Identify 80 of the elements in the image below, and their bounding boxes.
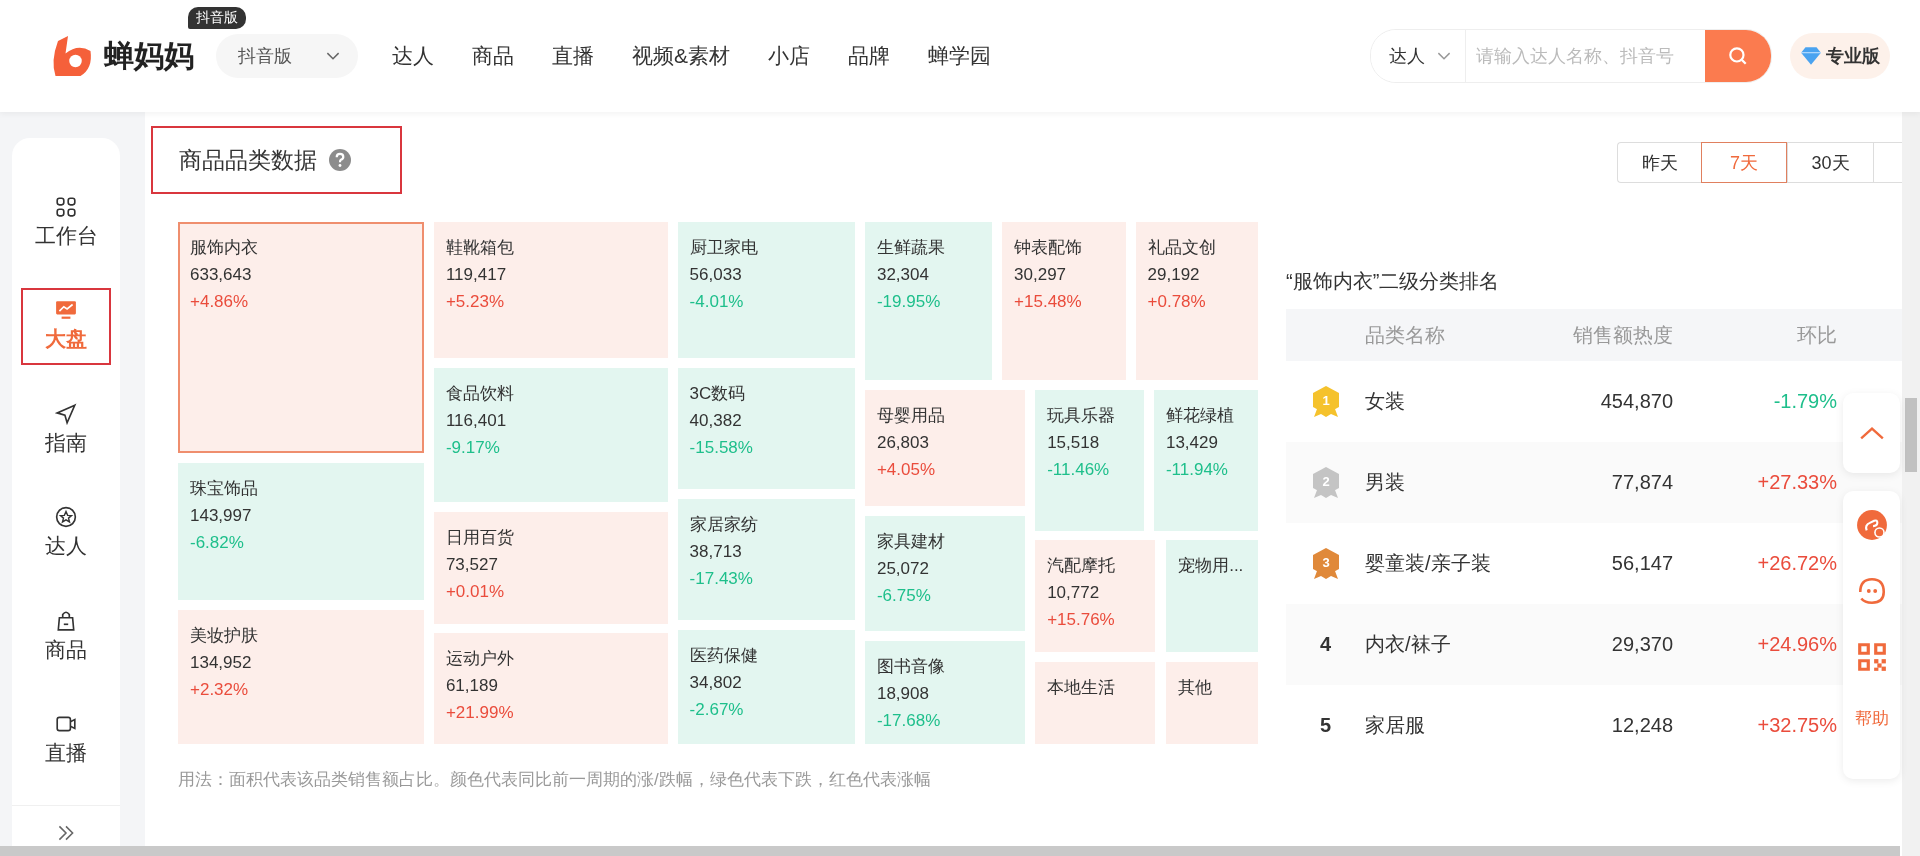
chevron-down-icon <box>326 51 340 61</box>
treemap-tile[interactable]: 美妆护肤 134,952 +2.32% <box>178 610 425 744</box>
period-tab[interactable]: 30天 <box>1787 142 1873 183</box>
treemap-tile[interactable]: 3C数码 40,382 -15.58% <box>677 367 856 489</box>
monitor-icon <box>55 299 77 322</box>
treemap-tile[interactable]: 礼品文创 29,192 +0.78% <box>1135 222 1258 380</box>
scrollbar-thumb[interactable] <box>1905 398 1917 472</box>
treemap-tile[interactable]: 本地生活 <box>1035 661 1156 744</box>
nav-link[interactable]: 品牌 <box>848 42 890 70</box>
treemap-tile[interactable]: 鞋靴箱包 119,417 +5.23% <box>433 222 668 358</box>
treemap-tile[interactable]: 家具建材 25,072 -6.75% <box>864 515 1026 631</box>
table-cell-text: 婴童装/亲子装 <box>1365 551 1492 576</box>
treemap-tile[interactable]: 玩具乐器 15,518 -11.46% <box>1035 389 1145 531</box>
table-cell-text: 女装 <box>1365 389 1406 414</box>
horizontal-scrollbar[interactable] <box>0 846 1900 856</box>
table-cell-text: +24.96% <box>1756 633 1837 656</box>
help-icon[interactable] <box>329 149 351 171</box>
sidebar-item[interactable]: 达人 <box>21 494 111 572</box>
nav-link[interactable]: 达人 <box>392 42 434 70</box>
chevron-down-icon <box>1437 51 1451 61</box>
rank-number: 4 <box>1319 633 1332 656</box>
table-cell-text: 77,874 <box>1610 471 1673 494</box>
grid-icon <box>55 195 77 218</box>
column-header: 销售额热度 <box>1572 322 1673 348</box>
table-cell-text: +27.33% <box>1756 471 1837 494</box>
bag-icon <box>55 609 77 632</box>
treemap-tile[interactable]: 母婴用品 26,803 +4.05% <box>864 389 1026 507</box>
table-cell-text: 29,370 <box>1610 633 1673 656</box>
treemap-tile[interactable]: 食品饮料 116,401 -9.17% <box>433 367 668 503</box>
nav-link[interactable]: 蝉学园 <box>928 42 991 70</box>
nav-link[interactable]: 视频&素材 <box>632 42 730 70</box>
rank-number: 5 <box>1319 714 1332 737</box>
treemap-tile[interactable]: 珠宝饰品 143,997 -6.82% <box>178 463 425 601</box>
search-scope-select[interactable]: 达人 <box>1371 30 1466 82</box>
treemap-tile[interactable]: 日用百货 73,527 +0.01% <box>433 512 668 624</box>
treemap-tile[interactable]: 其他 <box>1166 661 1258 744</box>
table-cell-text: 内衣/袜子 <box>1365 632 1452 657</box>
nav-link[interactable]: 直播 <box>552 42 594 70</box>
nav-link[interactable]: 小店 <box>768 42 810 70</box>
sidebar-item[interactable]: 指南 <box>21 391 111 469</box>
table-cell-text: -1.79% <box>1772 390 1837 413</box>
table-cell-text: +32.75% <box>1756 714 1837 737</box>
diamond-icon <box>1800 46 1822 66</box>
pro-version-button[interactable]: 专业版 <box>1790 33 1890 79</box>
treemap-tile[interactable]: 运动户外 61,189 +21.99% <box>433 633 668 744</box>
treemap-tile[interactable]: 厨卫家电 56,033 -4.01% <box>677 222 856 358</box>
search-button[interactable] <box>1705 30 1771 82</box>
platform-select[interactable]: 抖音版 <box>216 34 358 78</box>
table-cell-text: +26.72% <box>1756 552 1837 575</box>
treemap-tile[interactable]: 汽配摩托 10,772 +15.76% <box>1035 540 1156 652</box>
chevron-up-icon[interactable] <box>1858 425 1885 441</box>
treemap-tile[interactable]: 医药保健 34,802 -2.67% <box>677 629 856 744</box>
ranking-title: “服饰内衣”二级分类排名 <box>1286 269 1501 294</box>
sidebar-item[interactable]: 直播 <box>21 701 111 779</box>
column-header: 品类名称 <box>1365 322 1446 348</box>
treemap-tile[interactable]: 宠物用... <box>1166 540 1258 652</box>
link-icon[interactable] <box>1855 509 1888 541</box>
logo-text[interactable]: 蝉妈妈 <box>104 35 194 77</box>
treemap-tile[interactable]: 钟表配饰 30,297 +15.48% <box>1002 222 1126 380</box>
treemap-tile[interactable]: 服饰内衣 633,643 +4.86% <box>178 222 425 454</box>
nav-link[interactable]: 商品 <box>472 42 514 70</box>
version-badge: 抖音版 <box>188 7 246 29</box>
column-header: 环比 <box>1796 322 1837 348</box>
treemap-tile[interactable]: 家居家纺 38,713 -17.43% <box>677 498 856 620</box>
search-icon <box>1727 45 1749 67</box>
treemap-tile[interactable]: 图书音像 18,908 -17.68% <box>864 640 1026 744</box>
treemap-tile[interactable]: 生鲜蔬果 32,304 -19.95% <box>864 222 993 380</box>
table-cell-text: 家居服 <box>1365 713 1426 738</box>
sidebar-item[interactable]: 商品 <box>21 598 111 676</box>
treemap-tile[interactable]: 鲜花绿植 13,429 -11.94% <box>1153 389 1258 531</box>
section-title: 商品品类数据 <box>179 145 317 175</box>
table-cell-text: 12,248 <box>1610 714 1673 737</box>
table-cell-text: 男装 <box>1365 470 1406 495</box>
sidebar-item[interactable]: 工作台 <box>21 184 111 262</box>
qr-code-icon[interactable] <box>1855 641 1888 673</box>
usage-note: 用法：面积代表该品类销售额占比。颜色代表同比前一周期的涨/跌幅，绿色代表下跌，红色代表涨幅 <box>178 769 932 791</box>
period-tab[interactable]: 昨天 <box>1617 142 1701 183</box>
table-cell-text: 56,147 <box>1610 552 1673 575</box>
send-icon <box>55 402 77 425</box>
table-cell-text: 454,870 <box>1599 390 1673 413</box>
